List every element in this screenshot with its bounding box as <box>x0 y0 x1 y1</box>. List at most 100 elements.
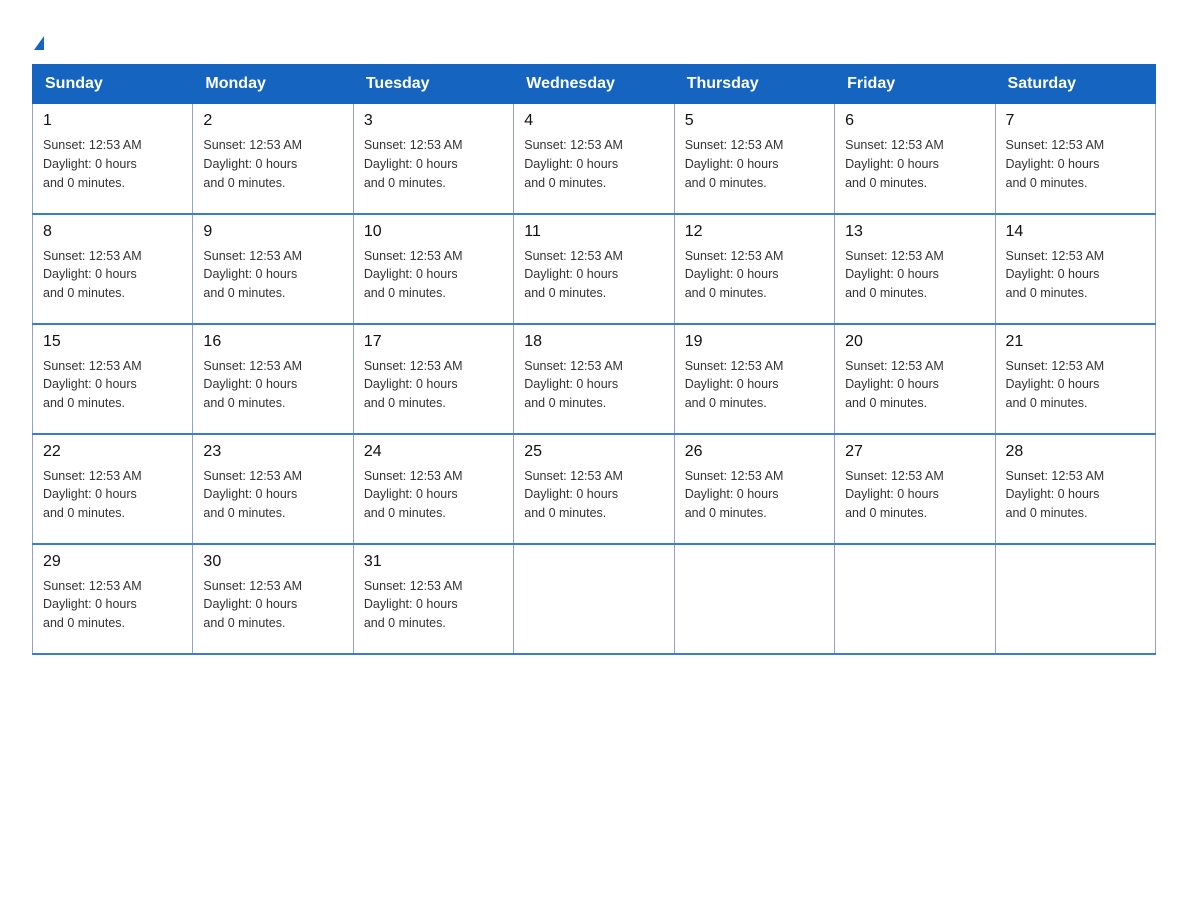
calendar-cell <box>835 544 995 654</box>
day-info: Sunset: 12:53 AMDaylight: 0 hoursand 0 m… <box>685 357 824 413</box>
day-number: 16 <box>203 333 342 351</box>
day-info: Sunset: 12:53 AMDaylight: 0 hoursand 0 m… <box>364 467 503 523</box>
day-info: Sunset: 12:53 AMDaylight: 0 hoursand 0 m… <box>203 247 342 303</box>
day-info: Sunset: 12:53 AMDaylight: 0 hoursand 0 m… <box>43 247 182 303</box>
calendar-cell: 6Sunset: 12:53 AMDaylight: 0 hoursand 0 … <box>835 104 995 214</box>
calendar-cell: 20Sunset: 12:53 AMDaylight: 0 hoursand 0… <box>835 324 995 434</box>
calendar-cell: 7 Sunset: 12:53 AMDaylight: 0 hoursand 0 … <box>995 104 1155 214</box>
day-info: Sunset: 12:53 AMDaylight: 0 hoursand 0 m… <box>203 467 342 523</box>
day-info: Sunset: 12:53 AMDaylight: 0 hoursand 0 m… <box>1006 136 1145 192</box>
calendar-cell: 8 Sunset: 12:53 AMDaylight: 0 hoursand 0 … <box>33 214 193 324</box>
calendar-cell <box>514 544 674 654</box>
calendar-cell: 13 Sunset: 12:53 AMDaylight: 0 hoursand 0… <box>835 214 995 324</box>
day-number: 13 <box>845 223 984 241</box>
day-info: Sunset: 12:53 AMDaylight: 0 hoursand 0 m… <box>524 467 663 523</box>
day-info: Sunset: 12:53 AMDaylight: 0 hoursand 0 m… <box>845 247 984 303</box>
day-number: 7 <box>1006 112 1145 130</box>
day-info: Sunset: 12:53 AMDaylight: 0 hoursand 0 m… <box>203 577 342 633</box>
header-day-wednesday: Wednesday <box>514 65 674 104</box>
day-info: Sunset: 12:53 AMDaylight: 0 hoursand 0 m… <box>1006 357 1145 413</box>
day-info: Sunset: 12:53 AMDaylight: 0 hoursand 0 m… <box>364 357 503 413</box>
day-number: 30 <box>203 553 342 571</box>
calendar-cell: 19 Sunset: 12:53 AMDaylight: 0 hoursand 0… <box>674 324 834 434</box>
day-number: 11 <box>524 223 663 241</box>
day-number: 8 <box>43 223 182 241</box>
day-info: Sunset: 12:53 AMDaylight: 0 hoursand 0 m… <box>203 357 342 413</box>
day-info: Sunset: 12:53 AMDaylight: 0 hoursand 0 m… <box>685 136 824 192</box>
calendar-week-row: 1Sunset: 12:53 AMDaylight: 0 hoursand 0 … <box>33 104 1156 214</box>
calendar-cell: 17Sunset: 12:53 AMDaylight: 0 hoursand 0… <box>353 324 513 434</box>
day-info: Sunset: 12:53 AMDaylight: 0 hoursand 0 m… <box>1006 467 1145 523</box>
calendar-cell: 23 Sunset: 12:53 AMDaylight: 0 hoursand 0… <box>193 434 353 544</box>
day-info: Sunset: 12:53 AMDaylight: 0 hoursand 0 m… <box>524 136 663 192</box>
day-info: Sunset: 12:53 AMDaylight: 0 hoursand 0 m… <box>845 467 984 523</box>
day-number: 6 <box>845 112 984 130</box>
day-info: Sunset: 12:53 AMDaylight: 0 hoursand 0 m… <box>524 357 663 413</box>
day-info: Sunset: 12:53 AMDaylight: 0 hoursand 0 m… <box>685 247 824 303</box>
logo-general-line <box>32 24 44 56</box>
calendar-cell: 28 Sunset: 12:53 AMDaylight: 0 hoursand 0… <box>995 434 1155 544</box>
day-number: 4 <box>524 112 663 130</box>
calendar-cell: 29 Sunset: 12:53 AMDaylight: 0 hoursand 0… <box>33 544 193 654</box>
day-info: Sunset: 12:53 AMDaylight: 0 hoursand 0 m… <box>524 247 663 303</box>
header-day-tuesday: Tuesday <box>353 65 513 104</box>
day-number: 10 <box>364 223 503 241</box>
calendar-cell <box>674 544 834 654</box>
day-info: Sunset: 12:53 AMDaylight: 0 hoursand 0 m… <box>43 136 182 192</box>
calendar-cell: 25Sunset: 12:53 AMDaylight: 0 hoursand 0… <box>514 434 674 544</box>
calendar-cell: 2 Sunset: 12:53 AMDaylight: 0 hoursand 0 … <box>193 104 353 214</box>
day-info: Sunset: 12:53 AMDaylight: 0 hoursand 0 m… <box>845 357 984 413</box>
calendar-header-row: SundayMondayTuesdayWednesdayThursdayFrid… <box>33 65 1156 104</box>
calendar-cell: 9 Sunset: 12:53 AMDaylight: 0 hoursand 0 … <box>193 214 353 324</box>
calendar-cell: 14Sunset: 12:53 AMDaylight: 0 hoursand 0… <box>995 214 1155 324</box>
day-number: 2 <box>203 112 342 130</box>
calendar-cell: 11 Sunset: 12:53 AMDaylight: 0 hoursand 0… <box>514 214 674 324</box>
day-number: 18 <box>524 333 663 351</box>
calendar-cell: 12 Sunset: 12:53 AMDaylight: 0 hoursand 0… <box>674 214 834 324</box>
day-number: 21 <box>1006 333 1145 351</box>
calendar-week-row: 8 Sunset: 12:53 AMDaylight: 0 hoursand 0 … <box>33 214 1156 324</box>
calendar-week-row: 22Sunset: 12:53 AMDaylight: 0 hoursand 0… <box>33 434 1156 544</box>
day-number: 3 <box>364 112 503 130</box>
day-number: 23 <box>203 443 342 461</box>
day-number: 29 <box>43 553 182 571</box>
calendar-cell: 21 Sunset: 12:53 AMDaylight: 0 hoursand 0… <box>995 324 1155 434</box>
calendar-cell: 30 Sunset: 12:53 AMDaylight: 0 hoursand 0… <box>193 544 353 654</box>
calendar-cell <box>995 544 1155 654</box>
day-number: 14 <box>1006 223 1145 241</box>
day-info: Sunset: 12:53 AMDaylight: 0 hoursand 0 m… <box>203 136 342 192</box>
calendar-cell: 4 Sunset: 12:53 AMDaylight: 0 hoursand 0 … <box>514 104 674 214</box>
day-number: 12 <box>685 223 824 241</box>
calendar-cell: 16 Sunset: 12:53 AMDaylight: 0 hoursand 0… <box>193 324 353 434</box>
logo-triangle-icon <box>34 36 44 50</box>
day-number: 9 <box>203 223 342 241</box>
header-day-friday: Friday <box>835 65 995 104</box>
day-info: Sunset: 12:53 AMDaylight: 0 hoursand 0 m… <box>364 577 503 633</box>
calendar-table: SundayMondayTuesdayWednesdayThursdayFrid… <box>32 64 1156 655</box>
day-info: Sunset: 12:53 AMDaylight: 0 hoursand 0 m… <box>364 136 503 192</box>
calendar-cell: 18 Sunset: 12:53 AMDaylight: 0 hoursand 0… <box>514 324 674 434</box>
day-info: Sunset: 12:53 AMDaylight: 0 hoursand 0 m… <box>43 357 182 413</box>
calendar-week-row: 15 Sunset: 12:53 AMDaylight: 0 hoursand 0… <box>33 324 1156 434</box>
calendar-cell: 1Sunset: 12:53 AMDaylight: 0 hoursand 0 … <box>33 104 193 214</box>
day-number: 19 <box>685 333 824 351</box>
calendar-week-row: 29 Sunset: 12:53 AMDaylight: 0 hoursand 0… <box>33 544 1156 654</box>
calendar-cell: 10Sunset: 12:53 AMDaylight: 0 hoursand 0… <box>353 214 513 324</box>
day-number: 26 <box>685 443 824 461</box>
calendar-cell: 27 Sunset: 12:53 AMDaylight: 0 hoursand 0… <box>835 434 995 544</box>
day-number: 28 <box>1006 443 1145 461</box>
calendar-cell: 31 Sunset: 12:53 AMDaylight: 0 hoursand 0… <box>353 544 513 654</box>
calendar-cell: 15 Sunset: 12:53 AMDaylight: 0 hoursand 0… <box>33 324 193 434</box>
calendar-cell: 3 Sunset: 12:53 AMDaylight: 0 hoursand 0 … <box>353 104 513 214</box>
day-info: Sunset: 12:53 AMDaylight: 0 hoursand 0 m… <box>43 577 182 633</box>
logo <box>32 24 44 48</box>
calendar-cell: 5 Sunset: 12:53 AMDaylight: 0 hoursand 0 … <box>674 104 834 214</box>
header-day-thursday: Thursday <box>674 65 834 104</box>
day-number: 15 <box>43 333 182 351</box>
day-number: 5 <box>685 112 824 130</box>
header-day-sunday: Sunday <box>33 65 193 104</box>
day-number: 27 <box>845 443 984 461</box>
day-number: 31 <box>364 553 503 571</box>
day-info: Sunset: 12:53 AMDaylight: 0 hoursand 0 m… <box>43 467 182 523</box>
day-number: 24 <box>364 443 503 461</box>
